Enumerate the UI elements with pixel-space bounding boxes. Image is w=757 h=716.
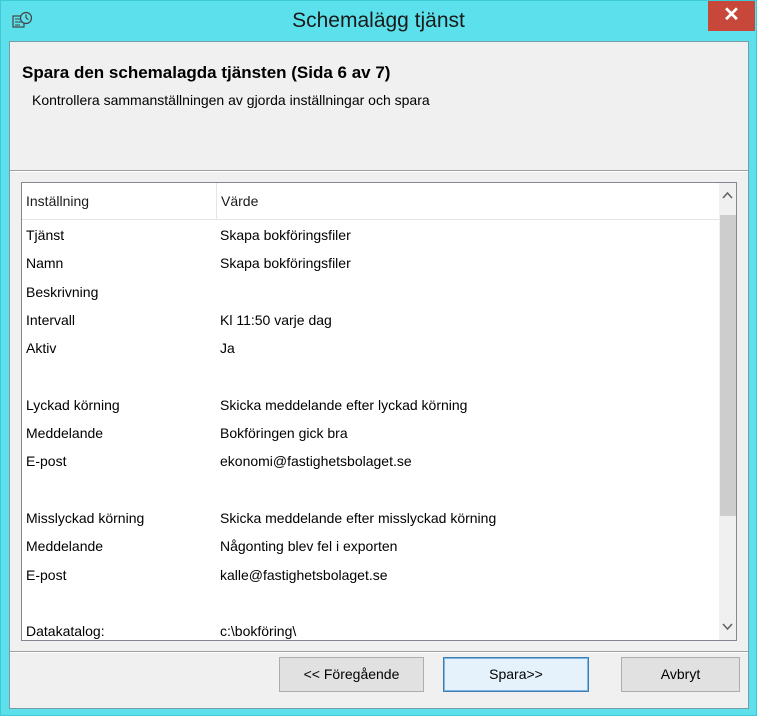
row-setting: Lyckad körning (26, 396, 120, 413)
row-setting: Namn (26, 255, 64, 272)
list-row[interactable]: Beskrivning (22, 278, 719, 306)
vertical-scrollbar[interactable] (719, 183, 736, 640)
save-button[interactable]: Spara>> (443, 657, 589, 692)
scrollbar-thumb[interactable] (720, 215, 736, 516)
row-value: Skapa bokföringsfiler (220, 227, 351, 243)
row-setting: Intervall (26, 311, 76, 328)
row-value: ekonomi@fastighetsbolaget.se (220, 453, 412, 470)
row-setting: E-post (26, 566, 67, 583)
list-row[interactable]: Aktiv Ja (22, 334, 719, 362)
header-divider (10, 170, 748, 172)
list-row[interactable]: Lyckad körning Skicka meddelande efter ly… (22, 391, 719, 419)
footer-divider (10, 651, 748, 653)
listview-rows: Tjänst Skapa bokföringsfiler Namn Skapa bo… (22, 221, 719, 640)
list-row[interactable] (22, 362, 719, 390)
scroll-down-arrow-icon[interactable] (719, 620, 736, 637)
window-title: Schemalägg tjänst (292, 9, 465, 32)
row-value: Kl 11:50 varje dag (220, 311, 332, 328)
dialog-client-area: Spara den schemalagda tjänsten (Sida 6 a… (9, 41, 749, 709)
row-value: Bokföringen gick bra (220, 425, 348, 442)
row-setting: Datakatalog: (26, 623, 105, 640)
previous-button[interactable]: << Föregående (279, 657, 424, 692)
summary-listview[interactable]: Inställning Värde Tjänst Skapa bokförings… (21, 182, 737, 641)
column-header-value[interactable]: Värde (217, 183, 717, 219)
row-setting: Aktiv (26, 340, 57, 357)
list-row[interactable] (22, 476, 719, 504)
row-value: Skapa bokföringsfiler (220, 255, 351, 272)
dialog-window: Schemalägg tjänst ✕ Spara den schemalagd… (0, 0, 757, 716)
row-value: Någonting blev fel i exporten (220, 538, 398, 555)
page-subtitle: Kontrollera sammanställningen av gjorda … (32, 92, 430, 108)
list-row[interactable]: Namn Skapa bokföringsfiler (22, 249, 719, 277)
row-value: Ja (220, 340, 235, 357)
list-row[interactable]: Misslyckad körning Skicka meddelande efte… (22, 504, 719, 532)
title-bar[interactable]: Schemalägg tjänst ✕ (1, 1, 756, 41)
list-row[interactable] (22, 589, 719, 617)
row-setting: E-post (26, 453, 67, 470)
list-row[interactable]: Tjänst Skapa bokföringsfiler (22, 221, 719, 249)
row-value: c:\bokföring\ (220, 623, 297, 640)
page-title: Spara den schemalagda tjänsten (Sida 6 a… (22, 63, 391, 82)
row-setting: Misslyckad körning (26, 509, 145, 526)
list-row[interactable]: Meddelande Bokföringen gick bra (22, 419, 719, 447)
list-row[interactable]: Meddelande Någonting blev fel i exporten (22, 532, 719, 560)
close-button[interactable]: ✕ (708, 1, 755, 31)
close-icon: ✕ (723, 4, 740, 26)
cancel-button[interactable]: Avbryt (621, 657, 740, 692)
list-row[interactable]: E-post kalle@fastighetsbolaget.se (22, 561, 719, 589)
scroll-up-arrow-icon[interactable] (719, 188, 736, 205)
row-value: Skicka meddelande efter lyckad körning (220, 396, 468, 413)
row-setting: Meddelande (26, 538, 104, 555)
column-header-setting[interactable]: Inställning (22, 183, 217, 219)
row-setting: Tjänst (26, 227, 65, 243)
listview-column-header: Inställning Värde (22, 183, 719, 220)
wizard-header: Spara den schemalagda tjänsten (Sida 6 a… (22, 63, 750, 108)
row-value: Skicka meddelande efter misslyckad körni… (220, 509, 497, 526)
list-row[interactable]: Datakatalog: c:\bokföring\ (22, 617, 719, 640)
list-row[interactable]: Intervall Kl 11:50 varje dag (22, 306, 719, 334)
row-setting: Meddelande (26, 425, 104, 442)
row-setting: Beskrivning (26, 283, 99, 300)
list-row[interactable]: E-post ekonomi@fastighetsbolaget.se (22, 447, 719, 475)
row-value: kalle@fastighetsbolaget.se (220, 566, 388, 583)
